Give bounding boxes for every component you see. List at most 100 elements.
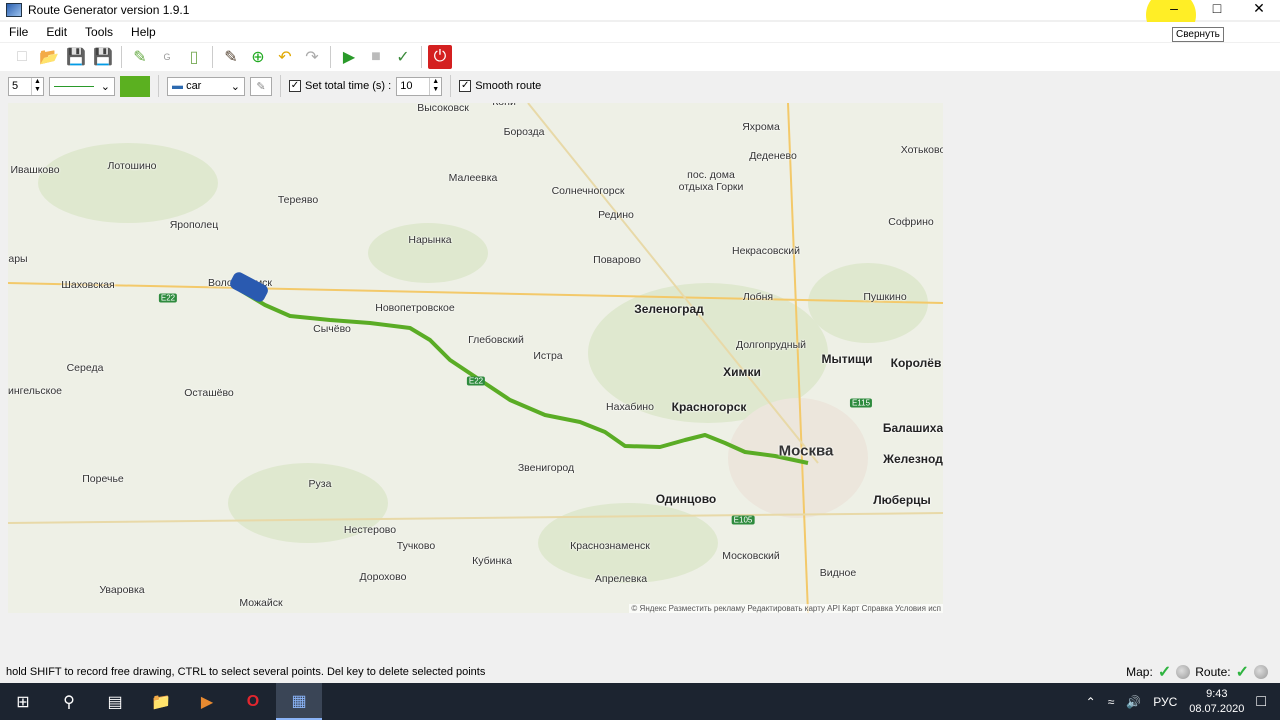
options-bar: 5 ▲ ▼ ⌄ ▬ car ⌄ ✎ ✓ Set total time (s) : 10 ▲… [0, 73, 1280, 99]
map-label: Яхрома [742, 121, 780, 133]
set-total-time-checkbox[interactable]: ✓ Set total time (s) : [289, 80, 391, 92]
menu-file[interactable]: File [0, 22, 37, 42]
route-status-label: Route: [1195, 665, 1231, 679]
map-view[interactable]: Высоковск Борозда Яхрома Деденево Хотьково Ив… [8, 103, 943, 613]
minimize-button[interactable]: – [1151, 0, 1197, 20]
smooth-route-checkbox[interactable]: ✓ Smooth route [459, 80, 541, 92]
map-label: Красногорск [671, 400, 747, 414]
map-label: Шаховская [61, 279, 115, 291]
menu-bar: File Edit Tools Help [0, 22, 1280, 42]
opera-browser-icon[interactable]: O [230, 683, 276, 720]
map-label: Ярополец [169, 219, 219, 231]
play-icon[interactable]: ▶ [337, 45, 361, 69]
import-google-icon[interactable]: G [155, 45, 179, 69]
add-point-icon[interactable]: ⊕ [246, 45, 270, 69]
clock-date: 08.07.2020 [1189, 702, 1245, 715]
media-player-icon[interactable]: ▶ [184, 683, 230, 720]
draw-brush-icon[interactable]: ✎ [219, 45, 243, 69]
windows-start-icon[interactable]: ⊞ [0, 683, 46, 720]
map-ok-check-icon: ✓ [1157, 664, 1172, 681]
total-time-stepper[interactable]: 10 ▲ ▼ [396, 76, 443, 96]
checkbox-checked-icon: ✓ [459, 80, 472, 92]
road-badge: E115 [849, 398, 873, 408]
map-label: Кони [492, 103, 516, 108]
map-copyright: © Яндекс Разместить рекламу Редактироват… [629, 604, 943, 613]
map-label: Малеевка [448, 172, 498, 184]
map-label: Нестерово [343, 524, 397, 536]
search-icon[interactable]: ⚲ [46, 683, 92, 720]
map-label: Люберцы [873, 493, 931, 507]
map-label: Середа [66, 362, 104, 374]
map-status-label: Map: [1126, 665, 1153, 679]
map-label: ары [8, 253, 28, 265]
map-label: Тучково [396, 540, 436, 552]
maximize-button[interactable]: □ [1194, 0, 1240, 20]
map-label: Борозда [503, 126, 545, 138]
wifi-icon[interactable]: ≈ [1108, 695, 1115, 709]
total-time-value: 10 [400, 80, 413, 92]
map-label: Москва [778, 442, 834, 460]
line-width-stepper[interactable]: 5 ▲ ▼ [8, 76, 44, 96]
tray-chevron-up-icon[interactable]: ⌃ [1086, 695, 1096, 709]
set-total-time-label: Set total time (s) : [305, 80, 392, 92]
open-folder-icon[interactable]: 📂 [37, 45, 61, 69]
separator [330, 46, 331, 68]
status-hint: hold SHIFT to record free drawing, CTRL … [6, 666, 486, 678]
line-width-value: 5 [12, 80, 19, 92]
file-explorer-icon[interactable]: 📁 [138, 683, 184, 720]
map-label: Долгопрудный [735, 339, 807, 351]
map-label: Дорохово [359, 571, 407, 583]
new-file-icon[interactable]: □ [10, 45, 34, 69]
map-label: Железнод [883, 452, 943, 466]
save-as-icon[interactable]: 💾 [91, 45, 115, 69]
map-label: Лобня [742, 291, 774, 303]
save-icon[interactable]: 💾 [64, 45, 88, 69]
vehicle-settings-button[interactable]: ✎ [250, 76, 272, 96]
exit-power-icon[interactable]: ⏻ [428, 45, 452, 69]
edit-route-icon[interactable]: ✎ [128, 45, 152, 69]
map-label: Сычёво [313, 323, 351, 335]
volume-icon[interactable]: 🔊 [1126, 695, 1141, 709]
map-label: Руза [308, 478, 332, 490]
menu-help[interactable]: Help [122, 22, 165, 42]
gps-device-icon[interactable]: ▯ [182, 45, 206, 69]
language-indicator[interactable]: РУС [1153, 695, 1177, 709]
task-view-icon[interactable]: ▤ [92, 683, 138, 720]
undo-icon[interactable]: ↶ [273, 45, 297, 69]
redo-icon[interactable]: ↷ [300, 45, 324, 69]
map-label: Поречье [82, 473, 124, 485]
map-label: Звенигород [517, 462, 575, 474]
route-globe-icon [1254, 665, 1268, 679]
export-route-icon[interactable]: ✓ [391, 45, 415, 69]
stop-icon[interactable]: ■ [364, 45, 388, 69]
map-label: ингельское [8, 385, 62, 397]
map-label: Нарынка [408, 234, 452, 246]
separator [421, 46, 422, 68]
map-label: Глебовский [468, 334, 524, 346]
map-label: Мытищи [821, 352, 873, 366]
route-generator-task-icon[interactable]: ▦ [276, 683, 322, 720]
vehicle-dropdown[interactable]: ▬ car ⌄ [167, 76, 245, 96]
road-badge: E105 [731, 515, 755, 525]
system-tray: ⌃ ≈ 🔊 РУС 9:43 08.07.2020 □ [1086, 683, 1280, 720]
map-label: Апрелевка [594, 573, 648, 585]
separator [121, 46, 122, 68]
title-bar: Route Generator version 1.9.1 – □ ✕ [0, 0, 1280, 40]
map-label: Солнечногорск [551, 185, 625, 197]
close-button[interactable]: ✕ [1236, 0, 1280, 20]
map-label: Софрино [888, 216, 934, 228]
menu-edit[interactable]: Edit [37, 22, 76, 42]
line-color-button[interactable] [120, 75, 150, 97]
map-globe-icon [1176, 665, 1191, 679]
chevron-down-icon: ⌄ [100, 80, 110, 93]
separator [450, 75, 452, 97]
clock[interactable]: 9:43 08.07.2020 [1189, 687, 1244, 717]
window-title: Route Generator version 1.9.1 [28, 3, 190, 17]
route-ok-check-icon: ✓ [1235, 664, 1249, 681]
map-label: Поварово [593, 254, 641, 266]
line-style-dropdown[interactable]: ⌄ [49, 76, 115, 96]
menu-tools[interactable]: Tools [76, 22, 122, 42]
notifications-icon[interactable]: □ [1256, 693, 1266, 711]
map-label: Ивашково [10, 164, 60, 176]
map-label: отдыха Горки [678, 181, 744, 193]
